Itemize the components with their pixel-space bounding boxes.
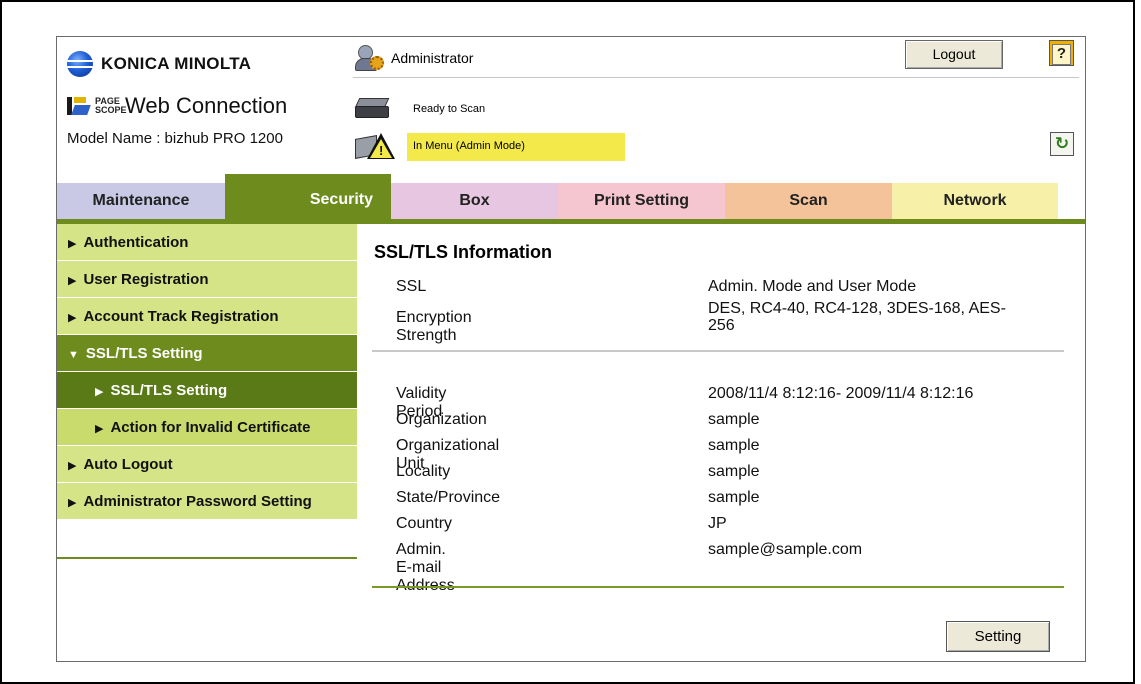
triangle-right-icon: ▶ [68, 275, 77, 287]
tab-network[interactable]: Network [892, 183, 1058, 219]
tab-maintenance[interactable]: Maintenance [57, 183, 225, 219]
logout-button[interactable]: Logout [905, 40, 1003, 69]
sidebar-item-account-track[interactable]: ▶ Account Track Registration [57, 298, 357, 335]
cert-value: 2008/11/4 8:12:16- 2009/11/4 8:12:16 [708, 385, 974, 402]
tab-box[interactable]: Box [391, 183, 558, 219]
cert-value: JP [708, 515, 727, 532]
triangle-right-icon: ▶ [95, 386, 104, 398]
product-small-label: PAGE SCOPE [95, 96, 127, 115]
sidebar: ▶ Authentication ▶ User Registration ▶ Acco… [57, 224, 357, 520]
main-tabs: Maintenance Security Box Print Setting S… [57, 174, 1085, 219]
product-title: Web Connection [125, 93, 288, 118]
pagescope-icon [67, 95, 93, 117]
sidebar-item-label: Auto Logout [83, 456, 173, 473]
administrator-icon [355, 45, 385, 71]
cert-value: sample [708, 489, 760, 506]
triangle-right-icon: ▶ [68, 312, 77, 324]
cert-label: Country [396, 515, 453, 532]
web-connection-page: KONICA MINOLTA PAGE SCOPE Web Connection… [56, 36, 1086, 662]
cert-value: sample [708, 463, 760, 480]
triangle-down-icon: ▼ [68, 349, 79, 361]
sidebar-item-label: Authentication [83, 234, 189, 251]
model-name: Model Name : bizhub PRO 1200 [67, 130, 283, 147]
triangle-right-icon: ▶ [95, 423, 104, 435]
triangle-right-icon: ▶ [68, 238, 77, 250]
cert-label: State/Province [396, 489, 501, 506]
sidebar-subitem-invalid-certificate[interactable]: ▶ Action for Invalid Certificate [57, 409, 357, 446]
konica-minolta-logo: KONICA MINOLTA [67, 51, 252, 77]
sidebar-bottom-divider [57, 557, 357, 559]
refresh-icon: ↻ [1054, 134, 1070, 153]
tab-scan[interactable]: Scan [725, 183, 892, 219]
sidebar-item-authentication[interactable]: ▶ Authentication [57, 224, 357, 261]
info-value: DES, RC4-40, RC4-128, 3DES-168, AES-256 [708, 300, 1006, 334]
sidebar-item-label: Account Track Registration [83, 308, 279, 325]
status-mode: In Menu (Admin Mode) [413, 140, 525, 152]
info-label: SSL [396, 278, 427, 295]
sidebar-item-label: SSL/TLS Setting [85, 345, 203, 362]
sidebar-item-ssl-tls-group[interactable]: ▼ SSL/TLS Setting [57, 335, 357, 372]
globe-icon [67, 51, 93, 77]
sidebar-item-auto-logout[interactable]: ▶ Auto Logout [57, 446, 357, 483]
scanner-icon [354, 98, 390, 118]
info-value: Admin. Mode and User Mode [708, 278, 917, 295]
sidebar-item-label: Action for Invalid Certificate [110, 419, 311, 436]
sidebar-item-user-registration[interactable]: ▶ User Registration [57, 261, 357, 298]
cert-label: Locality [396, 463, 451, 480]
sidebar-item-label: User Registration [83, 271, 209, 288]
pagescope-logo: PAGE SCOPE Web Connection [67, 93, 287, 119]
tab-print-setting[interactable]: Print Setting [558, 183, 725, 219]
sidebar-item-label: SSL/TLS Setting [110, 382, 228, 399]
sidebar-item-admin-password[interactable]: ▶ Administrator Password Setting [57, 483, 357, 520]
tab-security[interactable]: Security [225, 174, 391, 219]
user-mode-label: Administrator [391, 50, 474, 66]
cert-value: sample [708, 437, 760, 454]
help-button[interactable]: ? [1049, 40, 1074, 66]
section-divider [372, 350, 1064, 352]
setting-button[interactable]: Setting [946, 621, 1050, 652]
triangle-right-icon: ▶ [68, 460, 77, 472]
footer-divider [372, 586, 1064, 588]
cert-value: sample [708, 411, 760, 428]
brand-name: KONICA MINOLTA [101, 54, 252, 73]
status-ready: Ready to Scan [413, 103, 486, 115]
triangle-right-icon: ▶ [68, 497, 77, 509]
header-divider [353, 77, 1079, 78]
info-label: Encryption Strength [396, 309, 472, 344]
cert-value: sample@sample.com [708, 541, 863, 558]
sidebar-item-label: Administrator Password Setting [83, 493, 312, 510]
page-title: SSL/TLS Information [374, 242, 552, 262]
refresh-button[interactable]: ↻ [1050, 132, 1074, 156]
warning-icon: ! [355, 133, 397, 161]
help-icon: ? [1052, 44, 1071, 65]
cert-label: Organization [396, 411, 487, 428]
sidebar-subitem-ssl-tls-setting[interactable]: ▶ SSL/TLS Setting [57, 372, 357, 409]
